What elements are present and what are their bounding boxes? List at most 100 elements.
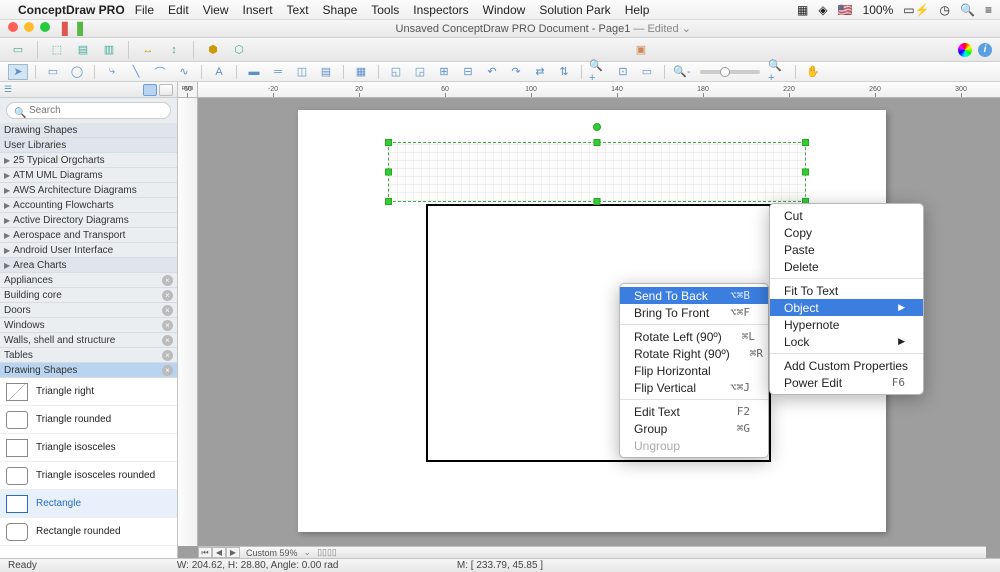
- ctx-add-custom-properties[interactable]: Add Custom Properties: [770, 357, 923, 374]
- ctx-lock[interactable]: Lock▶: [770, 333, 923, 350]
- shape-triangle-isosceles[interactable]: Triangle isosceles: [0, 434, 177, 462]
- view-grid-button[interactable]: [143, 84, 157, 96]
- page-tool-icon[interactable]: ▤: [316, 64, 336, 80]
- minimize-window-button[interactable]: [24, 22, 34, 32]
- menu-file[interactable]: File: [135, 3, 154, 17]
- ctx-edit-text[interactable]: Edit TextF2: [620, 403, 768, 420]
- color-wheel-icon[interactable]: [958, 43, 972, 57]
- close-lib-icon[interactable]: ×: [162, 335, 173, 346]
- rotate-right-icon[interactable]: ↷: [506, 64, 526, 80]
- info-icon[interactable]: i: [978, 43, 992, 57]
- tb-connect-icon[interactable]: ↕: [164, 41, 184, 59]
- lib-user-libraries[interactable]: User Libraries: [0, 138, 177, 153]
- curve-tool-icon[interactable]: ∿: [174, 64, 194, 80]
- menu-insert[interactable]: Insert: [243, 3, 273, 17]
- resize-handle-nw[interactable]: [385, 139, 392, 146]
- ctx-group[interactable]: Group⌘G: [620, 420, 768, 437]
- resize-handle-w[interactable]: [385, 169, 392, 176]
- resize-handle-sw[interactable]: [385, 198, 392, 205]
- tb-cluster-icon[interactable]: ⬡: [229, 41, 249, 59]
- lib-active-directory[interactable]: ▶Active Directory Diagrams: [0, 213, 177, 228]
- zoom-window-button[interactable]: [40, 22, 50, 32]
- pointer-tool-icon[interactable]: ➤: [8, 64, 28, 80]
- spotlight-icon[interactable]: 🔍: [960, 3, 975, 17]
- lib-area-charts[interactable]: ▶Area Charts: [0, 258, 177, 273]
- arc-tool-icon[interactable]: ⌒: [150, 64, 170, 80]
- line-tool-icon[interactable]: ╲: [126, 64, 146, 80]
- rect-tool-icon[interactable]: ▭: [43, 64, 63, 80]
- ctx-power-edit[interactable]: Power EditF6: [770, 374, 923, 391]
- zoom-fit-icon[interactable]: ⊡: [613, 64, 633, 80]
- text-tool-icon[interactable]: A: [209, 64, 229, 80]
- ctx-flip-horizontal[interactable]: Flip Horizontal: [620, 362, 768, 379]
- close-lib-icon[interactable]: ×: [162, 350, 173, 361]
- flip-h-icon[interactable]: ⇄: [530, 64, 550, 80]
- close-lib-icon[interactable]: ×: [162, 305, 173, 316]
- zoom-in-icon[interactable]: 🔍+: [589, 64, 609, 80]
- bring-front-icon[interactable]: ◱: [386, 64, 406, 80]
- shape-triangle-rounded[interactable]: Triangle rounded: [0, 406, 177, 434]
- lib-atm-uml[interactable]: ▶ATM UML Diagrams: [0, 168, 177, 183]
- menu-view[interactable]: View: [203, 3, 229, 17]
- tb-node-icon[interactable]: ⬢: [203, 41, 223, 59]
- lib-android[interactable]: ▶Android User Interface: [0, 243, 177, 258]
- zoom-in2-icon[interactable]: 🔍+: [768, 64, 788, 80]
- tb-link-icon[interactable]: ↔: [138, 41, 158, 59]
- line-style-icon[interactable]: ═: [268, 64, 288, 80]
- menu-window[interactable]: Window: [483, 3, 526, 17]
- lib-aerospace[interactable]: ▶Aerospace and Transport: [0, 228, 177, 243]
- menu-shape[interactable]: Shape: [323, 3, 358, 17]
- lib-accounting[interactable]: ▶Accounting Flowcharts: [0, 198, 177, 213]
- menu-inspectors[interactable]: Inspectors: [413, 3, 468, 17]
- shape-rectangle-rounded[interactable]: Rectangle rounded: [0, 518, 177, 546]
- prev-page-button[interactable]: ◀: [212, 547, 226, 558]
- lib-drawing-shapes-open[interactable]: Drawing Shapes×: [0, 363, 177, 378]
- send-back-icon[interactable]: ◲: [410, 64, 430, 80]
- lib-walls[interactable]: Walls, shell and structure×: [0, 333, 177, 348]
- ctx-hypernote[interactable]: Hypernote: [770, 316, 923, 333]
- shadow-tool-icon[interactable]: ◫: [292, 64, 312, 80]
- next-page-button[interactable]: ▶: [226, 547, 240, 558]
- shape-triangle-right[interactable]: Triangle right: [0, 378, 177, 406]
- lib-building-core[interactable]: Building core×: [0, 288, 177, 303]
- flag-icon[interactable]: 🇺🇸: [838, 3, 853, 17]
- zoom-out-icon[interactable]: 🔍-: [672, 64, 692, 80]
- group-icon[interactable]: ⊞: [434, 64, 454, 80]
- ctx-flip-vertical[interactable]: Flip Vertical⌥⌘J: [620, 379, 768, 396]
- align-icon[interactable]: ▦: [351, 64, 371, 80]
- selected-shape[interactable]: [388, 142, 806, 202]
- ctx-send-to-back[interactable]: Send To Back⌥⌘B: [620, 287, 768, 304]
- connector-icon[interactable]: ⤷: [102, 64, 122, 80]
- menu-tools[interactable]: Tools: [371, 3, 399, 17]
- ellipse-tool-icon[interactable]: ◯: [67, 64, 87, 80]
- lib-doors[interactable]: Doors×: [0, 303, 177, 318]
- ctx-rotate-left-90-[interactable]: Rotate Left (90º)⌘L: [620, 328, 768, 345]
- battery-icon[interactable]: ▭⚡: [903, 3, 929, 17]
- view-list-button[interactable]: [159, 84, 173, 96]
- tb-tree-icon[interactable]: ⬚: [47, 41, 67, 59]
- lib-aws[interactable]: ▶AWS Architecture Diagrams: [0, 183, 177, 198]
- tb-chain-icon[interactable]: ▥: [99, 41, 119, 59]
- menu-help[interactable]: Help: [625, 3, 650, 17]
- zoom-label[interactable]: Custom 59%: [240, 548, 304, 558]
- ctx-cut[interactable]: Cut: [770, 207, 923, 224]
- hand-tool-icon[interactable]: ✋: [803, 64, 823, 80]
- close-window-button[interactable]: [8, 22, 18, 32]
- ungroup-icon[interactable]: ⊟: [458, 64, 478, 80]
- clock-icon[interactable]: ◷: [940, 3, 950, 17]
- shape-triangle-iso-rounded[interactable]: Triangle isosceles rounded: [0, 462, 177, 490]
- close-lib-icon[interactable]: ×: [162, 290, 173, 301]
- ctx-bring-to-front[interactable]: Bring To Front⌥⌘F: [620, 304, 768, 321]
- ctx-fit-to-text[interactable]: Fit To Text: [770, 282, 923, 299]
- ctx-paste[interactable]: Paste: [770, 241, 923, 258]
- resize-handle-s[interactable]: [594, 198, 601, 205]
- resize-handle-n[interactable]: [594, 139, 601, 146]
- resize-handle-ne[interactable]: [802, 139, 809, 146]
- title-chevron-icon[interactable]: ⌄: [682, 23, 691, 35]
- zoom-slider[interactable]: [700, 70, 760, 74]
- tb-presentation-icon[interactable]: ▣: [631, 41, 651, 59]
- ctx-rotate-right-90-[interactable]: Rotate Right (90º)⌘R: [620, 345, 768, 362]
- first-page-button[interactable]: ⏮: [198, 547, 212, 558]
- lib-appliances[interactable]: Appliances×: [0, 273, 177, 288]
- rotation-handle[interactable]: [593, 123, 601, 131]
